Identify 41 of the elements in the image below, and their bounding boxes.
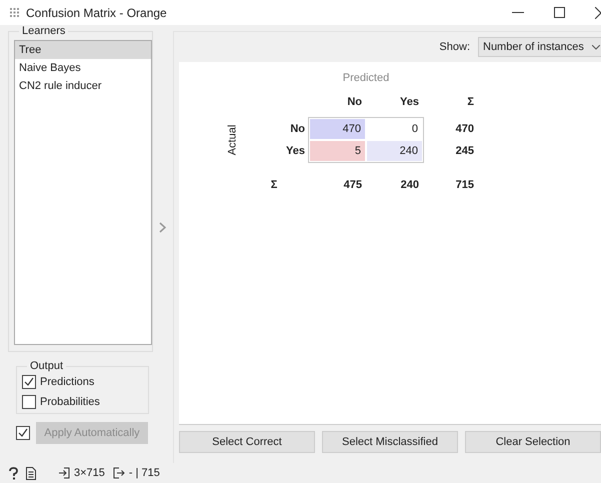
column-header: Yes [399, 96, 420, 108]
help-icon[interactable] [9, 466, 18, 480]
show-label: Show: [439, 41, 470, 53]
column-total: 240 [400, 179, 420, 191]
select-button[interactable]: Select Misclassified [322, 431, 458, 453]
row-total: 245 [454, 145, 475, 157]
matrix-cell[interactable]: 240 [367, 141, 422, 161]
select-button[interactable]: Clear Selection [465, 431, 601, 453]
column-total: 715 [454, 179, 475, 191]
group-title: Output [27, 360, 66, 372]
input-summary: 3×715 [74, 467, 105, 479]
group-title: Learners [19, 25, 68, 37]
minimize-icon[interactable] [512, 12, 524, 14]
window-title: Confusion Matrix - Orange [26, 6, 167, 20]
checkbox[interactable] [22, 375, 36, 389]
output-icon [112, 467, 125, 479]
column-total: 475 [342, 179, 363, 191]
learner-item[interactable]: Tree [15, 41, 151, 59]
show-dropdown[interactable]: Number of instances [478, 37, 601, 57]
grid-icon [10, 8, 20, 18]
checkbox-label: Predictions [40, 376, 94, 388]
matrix-cell[interactable]: 5 [310, 141, 365, 161]
select-button[interactable]: Select Correct [179, 431, 315, 453]
actual-label: Actual [226, 124, 238, 156]
row-total: 470 [454, 123, 475, 135]
matrix-cell[interactable]: 470 [310, 119, 365, 139]
checkbox-label: Probabilities [40, 396, 100, 408]
document-icon[interactable] [26, 466, 36, 480]
row-header: Yes [285, 145, 306, 157]
learner-item[interactable]: CN2 rule inducer [15, 77, 151, 95]
learner-item[interactable]: Naive Bayes [15, 59, 151, 77]
predicted-label: Predicted [342, 72, 390, 84]
maximize-icon[interactable] [554, 7, 565, 18]
totals-label: Σ [270, 179, 278, 191]
row-header: No [289, 123, 306, 135]
column-header: Σ [466, 96, 475, 108]
checkbox[interactable] [22, 395, 36, 409]
output-summary: - | 715 [128, 467, 160, 479]
chevron-down-icon [592, 44, 600, 50]
column-header: No [346, 96, 363, 108]
input-icon [58, 467, 70, 479]
